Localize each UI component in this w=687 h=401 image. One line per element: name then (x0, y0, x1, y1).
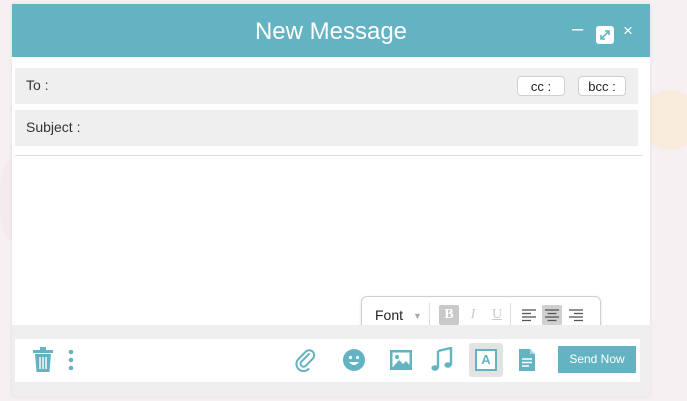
underline-button[interactable]: U (487, 305, 507, 325)
close-icon[interactable]: × (623, 22, 633, 39)
font-select[interactable]: Font (375, 307, 403, 323)
divider (15, 155, 643, 156)
bold-button[interactable]: B (439, 305, 459, 325)
window-title: New Message (254, 18, 408, 45)
trash-icon[interactable] (31, 347, 55, 373)
minimize-icon[interactable]: – (572, 19, 583, 39)
toolbar-separator (429, 303, 430, 327)
align-center-icon[interactable] (542, 305, 562, 325)
expand-icon[interactable] (596, 26, 614, 44)
toolbar-separator (510, 303, 511, 327)
title-bar: New Message – × (12, 4, 650, 57)
text-format-icon: A (475, 349, 497, 371)
to-row: To : cc : bcc : (15, 68, 638, 104)
italic-button[interactable]: I (463, 305, 483, 325)
subject-input[interactable] (95, 116, 619, 142)
emoji-icon[interactable] (341, 347, 367, 373)
align-left-icon[interactable] (519, 305, 539, 325)
chevron-down-icon[interactable]: ▼ (413, 311, 422, 321)
document-icon[interactable] (517, 347, 537, 373)
to-label: To : (26, 77, 49, 93)
compose-window: New Message – × To : cc : bcc : Subject … (12, 4, 650, 396)
text-format-button[interactable]: A (469, 343, 503, 377)
image-icon[interactable] (388, 347, 414, 373)
more-vertical-icon[interactable] (65, 347, 77, 373)
to-input[interactable] (63, 74, 507, 100)
bcc-button[interactable]: bcc : (578, 76, 626, 96)
footer-toolbar: A Send Now (15, 339, 640, 382)
align-right-icon[interactable] (566, 305, 586, 325)
cc-button[interactable]: cc : (517, 76, 565, 96)
compose-footer: A Send Now (12, 325, 650, 396)
subject-row: Subject : (15, 110, 638, 146)
subject-label: Subject : (26, 119, 81, 135)
attachment-icon[interactable] (293, 347, 319, 373)
music-icon[interactable] (429, 347, 455, 373)
send-button[interactable]: Send Now (558, 346, 636, 373)
